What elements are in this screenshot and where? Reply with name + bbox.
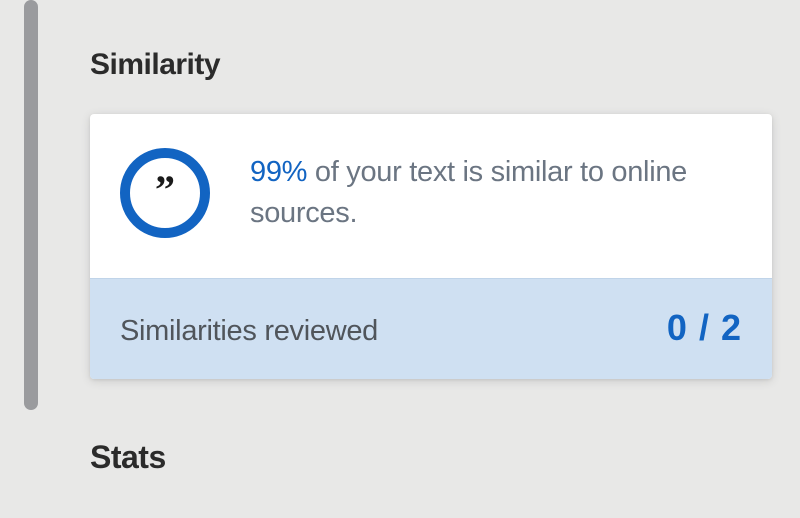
similarities-reviewed-count: 0 / 2 — [667, 307, 742, 349]
reviewed-current: 0 — [667, 307, 688, 348]
quote-glyph: ” — [155, 170, 175, 210]
reviewed-total: 2 — [721, 307, 742, 348]
similarities-reviewed-row[interactable]: Similarities reviewed 0 / 2 — [90, 278, 772, 379]
similarity-summary-rest: of your text is similar to online source… — [250, 156, 687, 229]
similarity-summary-text: 99% of your text is similar to online so… — [250, 152, 742, 233]
similarity-summary-row: ” 99% of your text is similar to online … — [90, 114, 772, 278]
reviewed-separator: / — [688, 307, 721, 348]
stats-section-title: Stats — [90, 439, 790, 476]
panel-content: Similarity ” 99% of your text is similar… — [90, 0, 790, 476]
scrollbar-thumb[interactable] — [24, 0, 38, 410]
similarity-card[interactable]: ” 99% of your text is similar to online … — [90, 114, 772, 379]
similarity-section-title: Similarity — [90, 48, 790, 82]
similarities-reviewed-label: Similarities reviewed — [120, 315, 378, 348]
quote-icon: ” — [120, 148, 210, 238]
similarity-percent: 99% — [250, 156, 307, 188]
